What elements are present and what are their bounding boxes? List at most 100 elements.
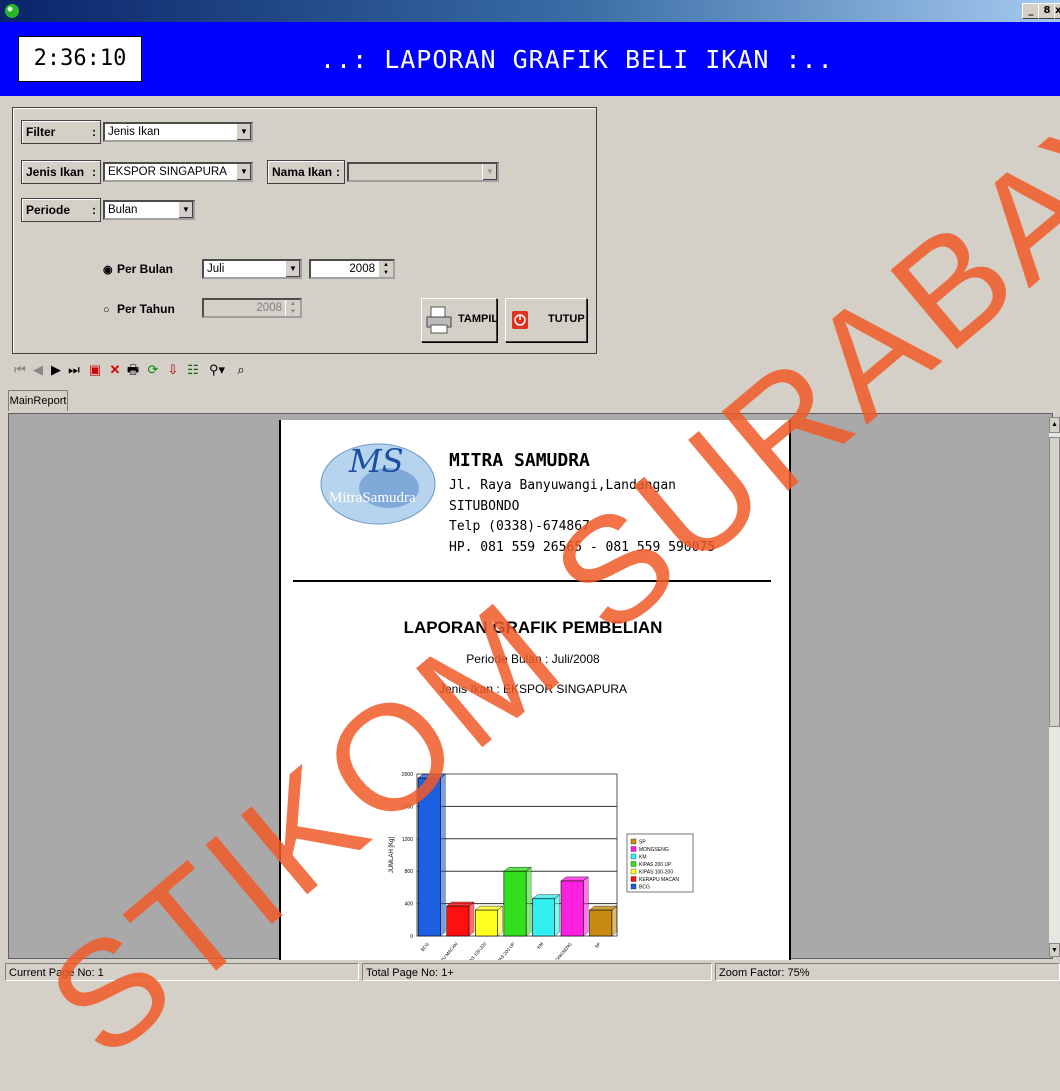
- y-tick-label: 2000: [402, 772, 413, 778]
- year-spinner[interactable]: 2008 ▲ ▼: [309, 259, 395, 279]
- filter-label: Filter: [26, 125, 56, 139]
- bar-side: [554, 894, 560, 937]
- report-periode: Periode Bulan : Juli/2008: [466, 652, 600, 666]
- report-jenis: Jenis Ikan : EKSPOR SINGAPURA: [438, 682, 628, 696]
- group-tree-icon[interactable]: ☷: [186, 362, 200, 378]
- stop-icon[interactable]: ✕: [108, 362, 122, 378]
- legend-label: KIPAS 100-200: [639, 870, 673, 876]
- periode-label: Periode: [26, 203, 71, 217]
- bar: [474, 909, 498, 937]
- x-tick-label: KIPAS 100-200: [464, 941, 488, 960]
- radio-selected-icon[interactable]: ◉: [103, 263, 113, 276]
- per-tahun-radio[interactable]: ○ Per Tahun: [103, 302, 175, 316]
- spinner-arrows-icon[interactable]: ▲ ▼: [285, 300, 300, 316]
- filter-select[interactable]: Jenis Ikan ▼: [103, 122, 253, 142]
- zoom-icon[interactable]: ⚲▾: [206, 362, 228, 378]
- tutup-button[interactable]: TUTUP: [505, 298, 587, 342]
- last-page-icon[interactable]: ⏭: [68, 362, 80, 378]
- vertical-scrollbar[interactable]: ▲ ▼: [1049, 417, 1060, 957]
- legend-swatch: [630, 846, 637, 852]
- bar-side: [611, 905, 618, 937]
- report-title: LAPORAN GRAFIK PEMBELIAN: [403, 618, 663, 637]
- status-current-page: Current Page No: 1: [5, 963, 359, 981]
- month-select[interactable]: Juli ▼: [202, 259, 302, 279]
- y-tick-label: 800: [405, 869, 414, 875]
- company-name: MITRA SAMUDRA: [449, 450, 590, 471]
- report-page: MS MitraSamudra MITRA SAMUDRA Jl. Raya B…: [279, 420, 791, 960]
- scroll-up-icon[interactable]: ▲: [1049, 417, 1060, 433]
- legend-label: KM: [639, 855, 647, 861]
- company-address-2: SITUBONDO: [449, 499, 520, 514]
- printer-icon: [426, 306, 452, 334]
- bar-side: [468, 901, 475, 937]
- print-icon[interactable]: 🖶: [126, 362, 140, 378]
- tahun-spinner[interactable]: 2008 ▲ ▼: [202, 298, 302, 318]
- next-page-icon[interactable]: ▶: [50, 362, 62, 378]
- jenis-ikan-value: EKSPOR SINGAPURA: [108, 166, 227, 178]
- filter-label-box: Filter :: [21, 120, 101, 144]
- spinner-arrows-icon[interactable]: ▲ ▼: [378, 261, 393, 277]
- colon: :: [92, 203, 96, 217]
- goto-page-icon[interactable]: ▣: [88, 362, 102, 378]
- search-icon[interactable]: ⌕: [234, 362, 248, 378]
- scroll-down-icon[interactable]: ▼: [1049, 943, 1060, 957]
- bar: [589, 909, 613, 937]
- tutup-label: TUTUP: [548, 313, 585, 325]
- close-button[interactable]: x: [1054, 3, 1060, 19]
- export-icon[interactable]: ⇩: [166, 362, 180, 378]
- refresh-icon[interactable]: ⟳: [146, 362, 160, 378]
- tampil-label: TAMPIL: [458, 313, 499, 325]
- tahun-value: 2008: [256, 302, 282, 314]
- y-tick-label: 400: [405, 902, 414, 908]
- page-title: ..: LAPORAN GRAFIK BELI IKAN :..: [320, 45, 834, 74]
- legend-swatch: [630, 876, 637, 882]
- legend-swatch: [630, 838, 637, 845]
- jenis-ikan-select[interactable]: EKSPOR SINGAPURA ▼: [103, 162, 253, 182]
- nama-ikan-select[interactable]: ▼: [347, 162, 499, 182]
- legend-label: SP: [639, 840, 646, 846]
- periode-select[interactable]: Bulan ▼: [103, 200, 195, 220]
- y-axis-label: JUMLAH [Kg]: [389, 836, 395, 873]
- first-page-icon[interactable]: ⏮: [14, 362, 26, 378]
- app-icon: [5, 4, 19, 18]
- jenis-ikan-label: Jenis Ikan: [26, 165, 85, 179]
- colon: :: [336, 165, 340, 179]
- prev-page-icon[interactable]: ◀: [32, 362, 44, 378]
- nama-ikan-label-box: Nama Ikan :: [267, 160, 345, 184]
- bar: [532, 898, 556, 937]
- legend-label: KIPAS 200 UP: [639, 862, 672, 868]
- chevron-down-icon[interactable]: ▼: [285, 261, 300, 277]
- clock-display: 2:36:10: [18, 36, 142, 82]
- x-tick-label: SP: [594, 941, 602, 949]
- chevron-down-icon[interactable]: ▼: [178, 202, 193, 218]
- status-total-pages: Total Page No: 1+: [362, 963, 712, 981]
- y-tick-label: 1600: [402, 804, 413, 810]
- chevron-down-icon[interactable]: ▼: [236, 124, 251, 140]
- radio-unselected-icon[interactable]: ○: [103, 304, 113, 316]
- logo-text: MitraSamudra: [329, 490, 416, 506]
- per-bulan-radio[interactable]: ◉ Per Bulan: [103, 262, 173, 276]
- company-address-1: Jl. Raya Banyuwangi,Landangan: [449, 478, 676, 493]
- periode-value: Bulan: [108, 204, 138, 216]
- scroll-thumb[interactable]: [1049, 437, 1060, 727]
- legend-label: MONGSENG: [639, 847, 669, 853]
- per-bulan-label: Per Bulan: [117, 262, 174, 276]
- tab-mainreport[interactable]: MainReport: [8, 390, 68, 411]
- x-tick-label: KM: [536, 941, 544, 950]
- bar: [417, 777, 441, 937]
- tampil-button[interactable]: TAMPIL: [421, 298, 499, 342]
- chevron-down-icon[interactable]: ▼: [236, 164, 251, 180]
- power-off-icon: [512, 311, 528, 329]
- company-logo: MS MitraSamudra: [319, 436, 437, 526]
- year-value: 2008: [349, 263, 375, 275]
- bar-side: [583, 876, 589, 937]
- filter-panel: Filter : Jenis Ikan ▼ Jenis Ikan : EKSPO…: [12, 107, 597, 354]
- bar: [503, 870, 527, 937]
- nama-ikan-label: Nama Ikan: [272, 165, 333, 179]
- chevron-down-icon[interactable]: ▼: [482, 164, 497, 180]
- divider: [293, 580, 771, 582]
- filter-select-value: Jenis Ikan: [108, 126, 160, 138]
- y-tick-label: 0: [410, 934, 413, 940]
- colon: :: [92, 165, 96, 179]
- jenis-ikan-label-box: Jenis Ikan :: [21, 160, 101, 184]
